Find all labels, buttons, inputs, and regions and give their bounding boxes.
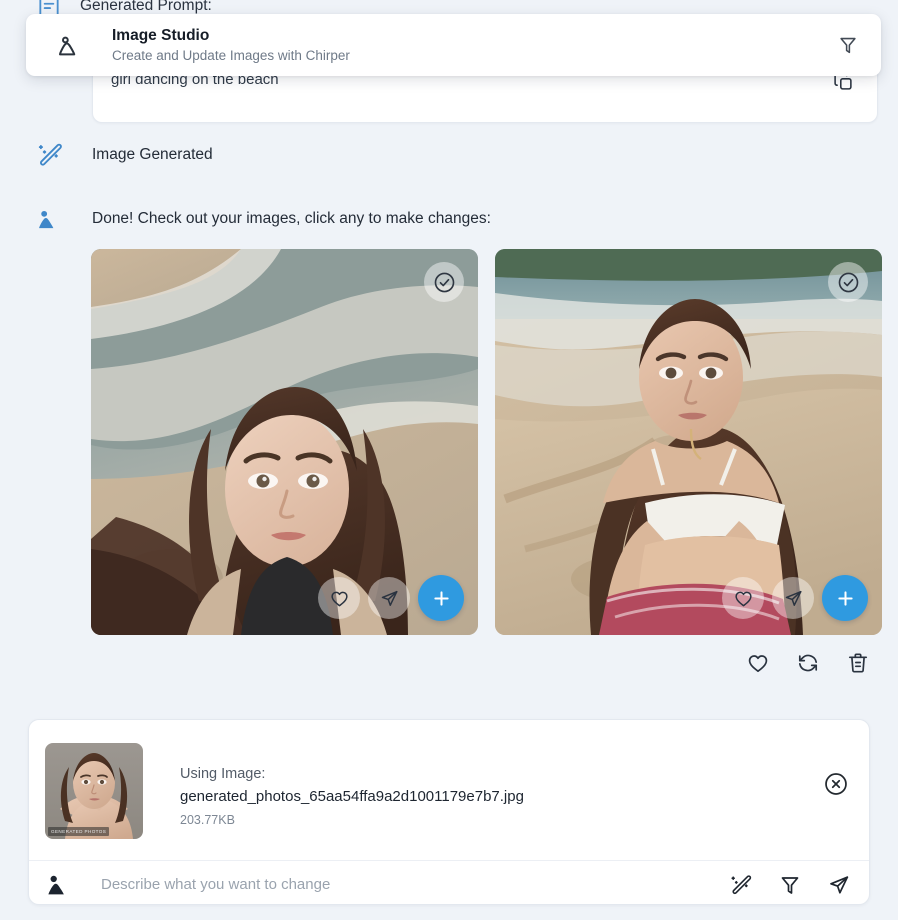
attachment-thumbnail-image — [45, 743, 143, 839]
image-studio-card-text: Image Studio Create and Update Images wi… — [112, 26, 837, 65]
generated-images-grid — [91, 249, 882, 635]
results-toolbar — [746, 651, 870, 675]
message-text: Image Generated — [92, 146, 213, 163]
magic-wand-icon — [36, 141, 64, 169]
image-icon — [56, 30, 86, 60]
plus-icon[interactable] — [822, 575, 868, 621]
heart-icon[interactable] — [722, 577, 764, 619]
image-studio-title: Image Studio — [112, 26, 210, 44]
attachment-filesize: 203.77KB — [180, 813, 235, 827]
image-studio-app: Generated Prompt: girl dancing on the be… — [0, 0, 898, 920]
attachment-row: GENERATED PHOTOS Using Image: generated_… — [45, 743, 853, 841]
image-icon — [36, 205, 64, 233]
attachment-label: Using Image: — [180, 766, 266, 782]
select-image-badge-2[interactable] — [828, 262, 868, 302]
image-studio-card[interactable]: Image Studio Create and Update Images wi… — [26, 14, 881, 76]
magic-wand-icon[interactable] — [729, 873, 753, 897]
image-studio-subtitle: Create and Update Images with Chirper — [112, 47, 350, 63]
refresh-icon[interactable] — [796, 651, 820, 675]
user-image-icon — [45, 870, 74, 899]
composer-divider — [29, 860, 869, 861]
image-card-actions-1 — [318, 575, 464, 621]
heart-icon[interactable] — [746, 651, 770, 675]
message-image-generated: Image Generated — [36, 141, 213, 169]
composer-tools — [729, 873, 851, 897]
message-text: Done! Check out your images, click any t… — [92, 210, 491, 227]
heart-icon[interactable] — [318, 577, 360, 619]
attachment-thumbnail[interactable]: GENERATED PHOTOS — [45, 743, 143, 839]
attachment-filename: generated_photos_65aa54ffa9a2d1001179e7b… — [180, 788, 524, 805]
funnel-icon[interactable] — [837, 34, 859, 56]
generated-image-card-2[interactable] — [495, 249, 882, 635]
image-card-actions-2 — [722, 575, 868, 621]
generated-image-card-1[interactable] — [91, 249, 478, 635]
thumbnail-watermark: GENERATED PHOTOS — [48, 827, 110, 836]
send-icon[interactable] — [827, 873, 851, 897]
send-icon[interactable] — [368, 577, 410, 619]
composer-input-row — [45, 864, 851, 905]
close-circle-icon[interactable] — [823, 771, 849, 797]
watermark-text: GENERATED PHOTOS — [51, 829, 107, 834]
describe-change-input[interactable] — [101, 876, 711, 893]
select-image-badge-1[interactable] — [424, 262, 464, 302]
plus-icon[interactable] — [418, 575, 464, 621]
message-done: Done! Check out your images, click any t… — [36, 205, 491, 233]
composer-panel: GENERATED PHOTOS Using Image: generated_… — [28, 719, 870, 905]
funnel-icon[interactable] — [778, 873, 802, 897]
attachment-info: Using Image: generated_photos_65aa54ffa9… — [180, 743, 823, 830]
trash-icon[interactable] — [846, 651, 870, 675]
send-icon[interactable] — [772, 577, 814, 619]
